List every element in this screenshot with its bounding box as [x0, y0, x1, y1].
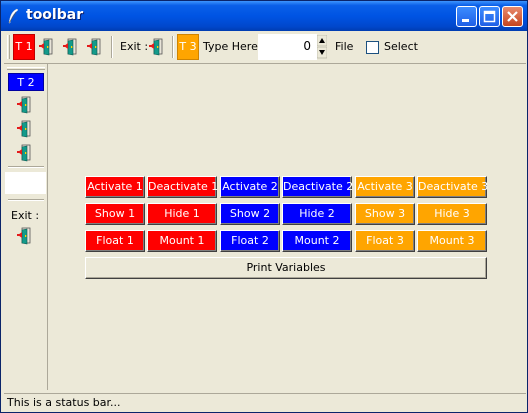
mount-2-button[interactable]: Mount 2 [282, 230, 352, 252]
side-separator [8, 199, 44, 201]
window-title: toolbar [26, 7, 84, 23]
door-exit-icon[interactable] [17, 225, 35, 247]
t1-toggle-button[interactable]: T 1 [13, 34, 35, 60]
toolbar-separator [111, 36, 113, 58]
activate-1-button[interactable]: Activate 1 [85, 176, 145, 198]
hide-1-button[interactable]: Hide 1 [147, 203, 217, 225]
activate-2-button[interactable]: Activate 2 [220, 176, 280, 198]
side-separator [8, 166, 44, 168]
door-exit-icon[interactable] [149, 36, 167, 58]
door-exit-icon[interactable] [39, 36, 57, 58]
side-exit-label: Exit : [11, 209, 40, 222]
deactivate-1-button[interactable]: Deactivate 1 [147, 176, 218, 198]
spin-down-icon[interactable] [317, 47, 327, 59]
t2-toggle-button[interactable]: T 2 [8, 73, 44, 91]
minimize-button[interactable] [456, 6, 477, 27]
feather-icon [8, 8, 19, 24]
show-1-button[interactable]: Show 1 [85, 203, 145, 225]
float-2-button[interactable]: Float 2 [220, 230, 280, 252]
side-toolbar-grip[interactable] [7, 67, 45, 70]
side-toolbar: T 2 Exit : [5, 64, 48, 390]
spinbox-arrows[interactable] [317, 35, 327, 59]
door-exit-icon[interactable] [63, 36, 81, 58]
door-exit-icon[interactable] [87, 36, 105, 58]
spinbox-field[interactable]: 0 [258, 34, 317, 60]
toolbar-separator [172, 36, 174, 58]
close-icon [507, 11, 518, 22]
show-2-button[interactable]: Show 2 [220, 203, 280, 225]
door-exit-icon[interactable] [17, 118, 35, 140]
deactivate-2-button[interactable]: Deactivate 2 [282, 176, 353, 198]
main-toolbar: T 1 Exit : T 3 Type Here: 0 File Select [5, 32, 523, 62]
type-here-label: Type Here: [203, 40, 262, 53]
exit-label: Exit : [120, 40, 149, 53]
spinbox-value: 0 [303, 39, 311, 53]
minimize-icon [462, 19, 469, 22]
show-3-button[interactable]: Show 3 [355, 203, 415, 225]
hide-2-button[interactable]: Hide 2 [282, 203, 352, 225]
title-bar[interactable]: toolbar [1, 1, 527, 31]
maximize-icon [483, 10, 496, 23]
status-bar: This is a status bar... [4, 393, 526, 412]
toolbar-divider [4, 63, 526, 64]
select-checkbox[interactable] [366, 41, 379, 54]
status-text: This is a status bar... [7, 396, 121, 409]
t3-toggle-button[interactable]: T 3 [177, 34, 199, 60]
close-button[interactable] [502, 6, 523, 27]
hide-3-button[interactable]: Hide 3 [417, 203, 487, 225]
mount-1-button[interactable]: Mount 1 [147, 230, 217, 252]
toolbar-grip[interactable] [7, 35, 10, 59]
select-label[interactable]: Select [384, 40, 418, 53]
float-1-button[interactable]: Float 1 [85, 230, 145, 252]
mount-3-button[interactable]: Mount 3 [417, 230, 487, 252]
application-window: toolbar T 1 Exit : T 3 Type Here: 0 File… [0, 0, 528, 413]
door-exit-icon[interactable] [17, 94, 35, 116]
deactivate-3-button[interactable]: Deactivate 3 [417, 176, 488, 198]
side-entry-field[interactable] [5, 172, 46, 194]
file-label[interactable]: File [335, 40, 353, 53]
activate-3-button[interactable]: Activate 3 [355, 176, 415, 198]
door-exit-icon[interactable] [17, 142, 35, 164]
maximize-button[interactable] [479, 6, 500, 27]
float-3-button[interactable]: Float 3 [355, 230, 415, 252]
print-variables-button[interactable]: Print Variables [85, 257, 487, 279]
